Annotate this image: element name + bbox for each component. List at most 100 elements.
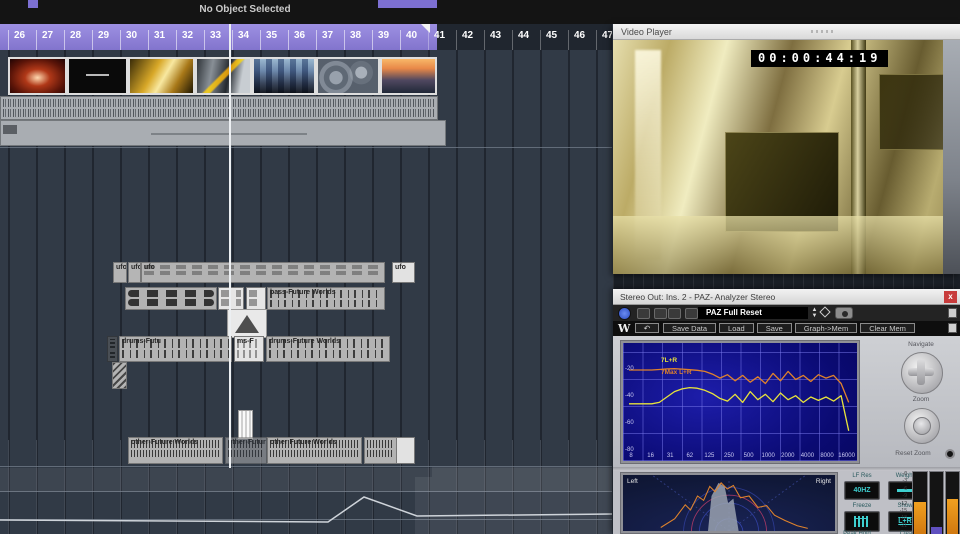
level-meter-right	[945, 471, 960, 534]
meter-scale--21: -21	[899, 522, 907, 529]
compare-icon[interactable]	[819, 306, 831, 318]
reset-zoom-label: Reset Zoom	[895, 450, 931, 457]
paz-titlebar[interactable]: Stereo Out: Ins. 2 - PAZ- Analyzer Stere…	[613, 289, 960, 305]
window-edge-button[interactable]	[948, 323, 957, 333]
load-button[interactable]: Load	[719, 323, 754, 333]
lf-res-label: LF Res	[852, 473, 872, 479]
video-track	[0, 0, 612, 534]
video-player-title: Video Player	[621, 27, 672, 37]
snapshot-icon[interactable]	[835, 307, 853, 319]
freq-tick-16000: 16000	[838, 453, 855, 459]
clip-label: ms-F	[237, 338, 254, 345]
undo-button[interactable]: ↶	[635, 323, 659, 333]
freq-tick-62: 62	[686, 453, 694, 459]
paz-analyzer-window: Stereo Out: Ins. 2 - PAZ- Analyzer Stere…	[613, 289, 960, 534]
background-strip	[613, 274, 960, 289]
meter-scale--6: -6	[902, 485, 907, 492]
daw-screen: No Object Selected 26 27 28 29 30 31 32 33 34 35 3…	[0, 0, 960, 534]
paz-buttons: Save Data Load Save Graph->Mem Clear Mem	[663, 323, 915, 333]
graph-mem-button[interactable]: Graph->Mem	[794, 323, 858, 333]
db-tick--60: -60	[625, 420, 634, 426]
freq-tick-8000: 8000	[820, 453, 834, 459]
level-meter-left	[912, 471, 928, 534]
trace-lr	[629, 386, 850, 431]
bypass-button[interactable]	[637, 308, 650, 319]
trace-max-lr	[629, 368, 850, 403]
video-thumbnail[interactable]	[128, 57, 195, 95]
navigate-v-bar	[917, 359, 925, 385]
clip-label: other Future Worlds	[270, 439, 337, 446]
reset-zoom-button[interactable]	[945, 449, 955, 459]
preset-spinner[interactable]: ▲ ▼	[811, 307, 818, 319]
save-data-button[interactable]: Save Data	[663, 323, 717, 333]
navigate-control[interactable]	[901, 352, 943, 394]
polar-left-label: Left	[627, 478, 638, 485]
clip-label: ufo	[144, 264, 155, 271]
db-tick--20: -20	[625, 366, 634, 372]
zoom-knob[interactable]	[904, 408, 940, 444]
polar-graphics	[651, 475, 808, 531]
video-player-titlebar[interactable]: Video Player	[613, 24, 960, 40]
paz-body: 7L+R 7Max L+R -20 -40 -60 -80 8 16 31 62 125 250 5…	[613, 336, 960, 467]
paz-title: Stereo Out: Ins. 2 - PAZ- Analyzer Stere…	[620, 292, 776, 302]
save-button[interactable]: Save	[756, 323, 792, 333]
meter-scale--12: -12	[899, 500, 907, 507]
video-block	[879, 74, 953, 150]
meter-scale--0: -0	[902, 471, 907, 477]
window-edge-button[interactable]	[948, 308, 957, 318]
freq-tick-500: 500	[743, 453, 754, 459]
clear-mem-button[interactable]: Clear Mem	[860, 323, 915, 333]
zoom-label: Zoom	[912, 396, 930, 403]
db-tick--40: -40	[625, 393, 634, 399]
meter-scale: -0 -3 -6 -9 -12 -15 -18 -21	[897, 471, 911, 534]
clip-label: ufo	[131, 264, 141, 271]
paz-bottom-section: Left Right LF Res 40HZ Weight Freeze Sho…	[613, 471, 960, 534]
timecode-display: 00:00:44:19	[751, 50, 889, 67]
spectrum-graph: 7L+R 7Max L+R -20 -40 -60 -80 8 16 31 62 125 250 5…	[623, 343, 857, 461]
power-icon[interactable]	[618, 307, 631, 320]
freq-tick-16: 16	[647, 453, 654, 459]
freq-tick-8: 8	[629, 453, 633, 459]
video-thumbnail[interactable]	[195, 57, 252, 95]
close-icon[interactable]: x	[944, 291, 957, 303]
stereo-position-bezel: Left Right	[620, 472, 838, 534]
spectrum-graph-bezel: 7L+R 7Max L+R -20 -40 -60 -80 8 16 31 62 125 250 5…	[620, 340, 860, 464]
freq-tick-1000: 1000	[761, 453, 775, 459]
freq-tick-4000: 4000	[800, 453, 815, 459]
video-floor	[613, 216, 960, 274]
stereo-position-display: Left Right	[623, 475, 835, 531]
navigate-label: Navigate	[908, 341, 934, 348]
video-frame: 00:00:44:19	[613, 40, 960, 274]
freq-tick-125: 125	[704, 453, 715, 459]
video-thumbnail[interactable]	[252, 57, 316, 95]
clip-label: bass-Future Worlds	[270, 289, 336, 296]
write-button[interactable]	[668, 308, 681, 319]
clip-label: ufo	[116, 264, 127, 271]
paz-button-toolbar: W ↶ Save Data Load Save Graph->Mem Clear Mem	[613, 321, 960, 336]
video-thumbnail[interactable]	[67, 57, 128, 95]
read-button[interactable]	[654, 308, 667, 319]
video-thumbnail[interactable]	[8, 57, 67, 95]
freq-tick-31: 31	[666, 453, 674, 459]
level-meter-mid	[929, 471, 944, 534]
freeze-label: Freeze	[852, 503, 872, 509]
clip-label: ufo	[395, 264, 406, 271]
clip-label: drums-Futu	[122, 338, 161, 345]
polar-right-label: Right	[815, 478, 831, 485]
lf-res-button[interactable]: 40HZ	[844, 481, 880, 500]
hand-icon	[854, 516, 868, 527]
drag-dots	[811, 30, 833, 33]
video-shelf	[943, 40, 960, 274]
meter-scale--9: -9	[902, 493, 907, 500]
waves-logo: W	[618, 322, 631, 335]
paz-header-toolbar: PAZ Full Reset ▲ ▼	[613, 305, 960, 321]
meter-fill	[931, 527, 942, 534]
preset-browser-button[interactable]	[685, 308, 698, 319]
zoom-knob-cap	[913, 417, 931, 435]
preset-field[interactable]: PAZ Full Reset	[698, 307, 808, 319]
video-thumbnail[interactable]	[316, 57, 380, 95]
freeze-button[interactable]	[844, 511, 880, 532]
video-thumbnail[interactable]	[380, 57, 437, 95]
playhead-cursor[interactable]	[229, 24, 231, 468]
meter-fill	[947, 499, 958, 534]
